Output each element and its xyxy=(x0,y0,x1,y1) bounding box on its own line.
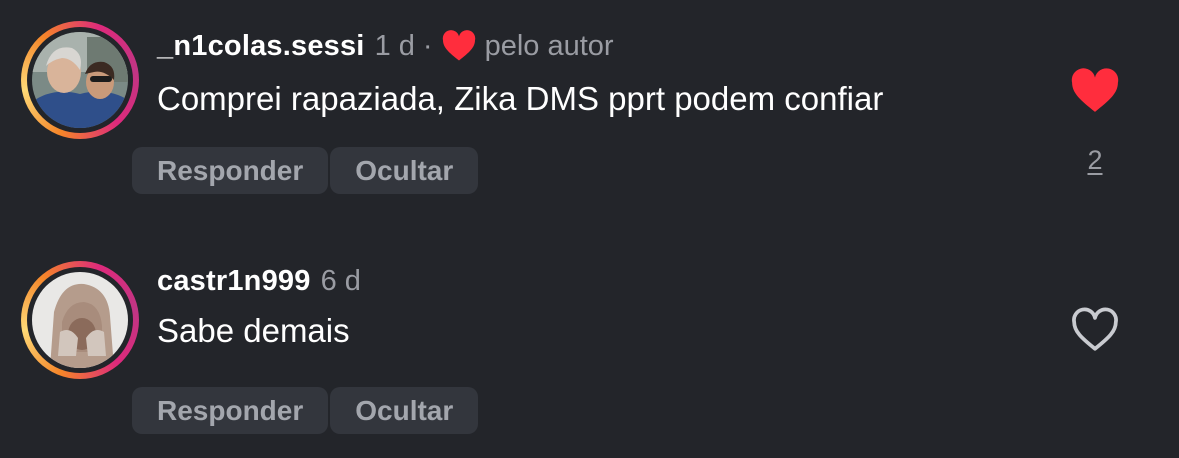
avatar xyxy=(32,272,128,368)
liked-by-author-label: pelo autor xyxy=(484,30,614,62)
reply-button[interactable]: Responder xyxy=(132,147,329,194)
heart-filled-icon xyxy=(442,30,475,61)
comment-actions: Responder Ocultar xyxy=(132,387,480,434)
reply-button[interactable]: Responder xyxy=(132,387,329,434)
like-count[interactable]: 2 xyxy=(1083,145,1107,176)
avatar xyxy=(32,32,128,128)
hide-button[interactable]: Ocultar xyxy=(330,387,479,434)
avatar-story-ring[interactable] xyxy=(21,261,139,379)
hide-button[interactable]: Ocultar xyxy=(330,147,479,194)
comment-meta: castr1n999 6 d xyxy=(157,264,361,298)
comment-actions: Responder Ocultar xyxy=(132,147,480,194)
heart-filled-icon[interactable] xyxy=(1070,68,1120,114)
comment-meta: _n1colas.sessi 1 d · pelo autor xyxy=(157,29,614,63)
comment-username[interactable]: _n1colas.sessi xyxy=(157,29,365,63)
avatar-story-ring[interactable] xyxy=(21,21,139,139)
comment-text: Sabe demais xyxy=(157,312,350,349)
comment-time: 1 d xyxy=(374,30,415,62)
comment-time: 6 d xyxy=(320,265,361,297)
comment-text: Comprei rapaziada, Zika DMS pprt podem c… xyxy=(157,80,884,117)
comment-username[interactable]: castr1n999 xyxy=(157,264,311,298)
separator-dot: · xyxy=(422,30,433,62)
heart-outline-icon[interactable] xyxy=(1070,307,1120,353)
